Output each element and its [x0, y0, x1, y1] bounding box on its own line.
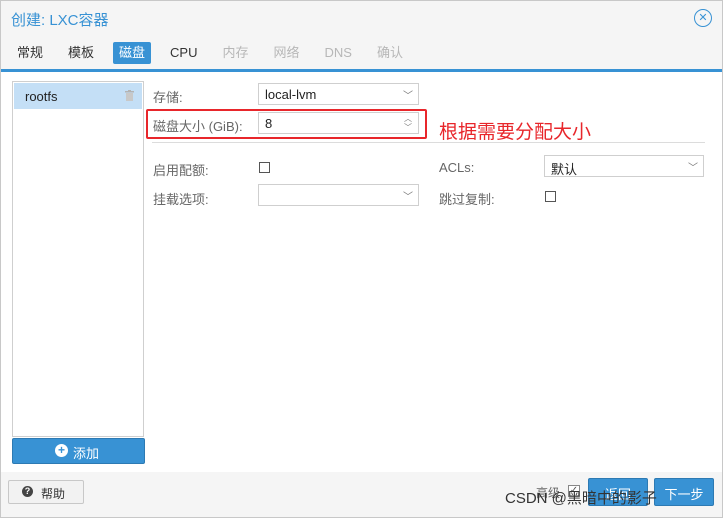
plus-circle-icon: +	[55, 444, 68, 457]
tab-confirm: 确认	[376, 45, 403, 60]
tab-cpu[interactable]: CPU	[164, 42, 203, 64]
next-button[interactable]: 下一步	[654, 478, 714, 506]
trash-icon[interactable]	[125, 90, 134, 101]
acls-label: ACLs:	[439, 160, 475, 175]
tab-memory: 内存	[222, 45, 249, 60]
disk-list: rootfs	[12, 81, 144, 437]
skip-replication-checkbox[interactable]	[545, 191, 556, 202]
chevron-down-icon: ﹀	[403, 192, 413, 203]
next-label: 下一步	[664, 487, 704, 502]
chevron-down-icon: ﹀	[403, 91, 413, 102]
tab-disk[interactable]: 磁盘	[113, 42, 152, 64]
section-divider	[152, 142, 705, 143]
create-lxc-dialog: 创建: LXC容器 ✕ 常规 模板 磁盘 CPU 内存 网络 DNS 确认 ro…	[0, 0, 723, 518]
disk-item-label: rootfs	[25, 89, 58, 104]
tab-network: 网络	[273, 45, 300, 60]
storage-label: 存储:	[153, 90, 183, 105]
help-icon: ?	[22, 486, 33, 497]
help-label: 帮助	[41, 487, 66, 501]
skip-replication-label: 跳过复制:	[439, 192, 495, 207]
list-item[interactable]: rootfs	[14, 83, 142, 109]
tab-template[interactable]: 模板	[62, 42, 100, 64]
close-icon[interactable]: ✕	[694, 9, 712, 27]
help-button[interactable]: ? 帮助	[8, 480, 84, 504]
dialog-title: 创建: LXC容器	[11, 12, 109, 29]
add-disk-label: 添加	[73, 446, 100, 461]
annotation-text: 根据需要分配大小	[439, 122, 592, 143]
disk-panel: rootfs + 添加 存储: local-lvm ﹀ 磁盘大小 (GiB): …	[1, 72, 722, 472]
dialog-titlebar: 创建: LXC容器 ✕	[1, 1, 722, 35]
tab-general[interactable]: 常规	[11, 42, 49, 64]
acls-value: 默认	[551, 162, 578, 177]
annotation-box	[146, 109, 427, 139]
acls-select[interactable]: 默认 ﹀	[544, 155, 704, 177]
quota-label: 启用配额:	[153, 163, 209, 178]
chevron-down-icon: ﹀	[688, 163, 698, 174]
storage-select[interactable]: local-lvm ﹀	[258, 83, 419, 105]
mount-options-label: 挂载选项:	[153, 192, 209, 207]
quota-checkbox[interactable]	[259, 162, 270, 173]
add-disk-button[interactable]: + 添加	[12, 438, 145, 464]
storage-value: local-lvm	[265, 87, 317, 102]
mount-options-select[interactable]: ﹀	[258, 184, 419, 206]
csdn-watermark: CSDN @黑暗中的影子	[505, 490, 657, 507]
wizard-tabs: 常规 模板 磁盘 CPU 内存 网络 DNS 确认	[11, 42, 422, 64]
tab-dns: DNS	[324, 45, 352, 60]
